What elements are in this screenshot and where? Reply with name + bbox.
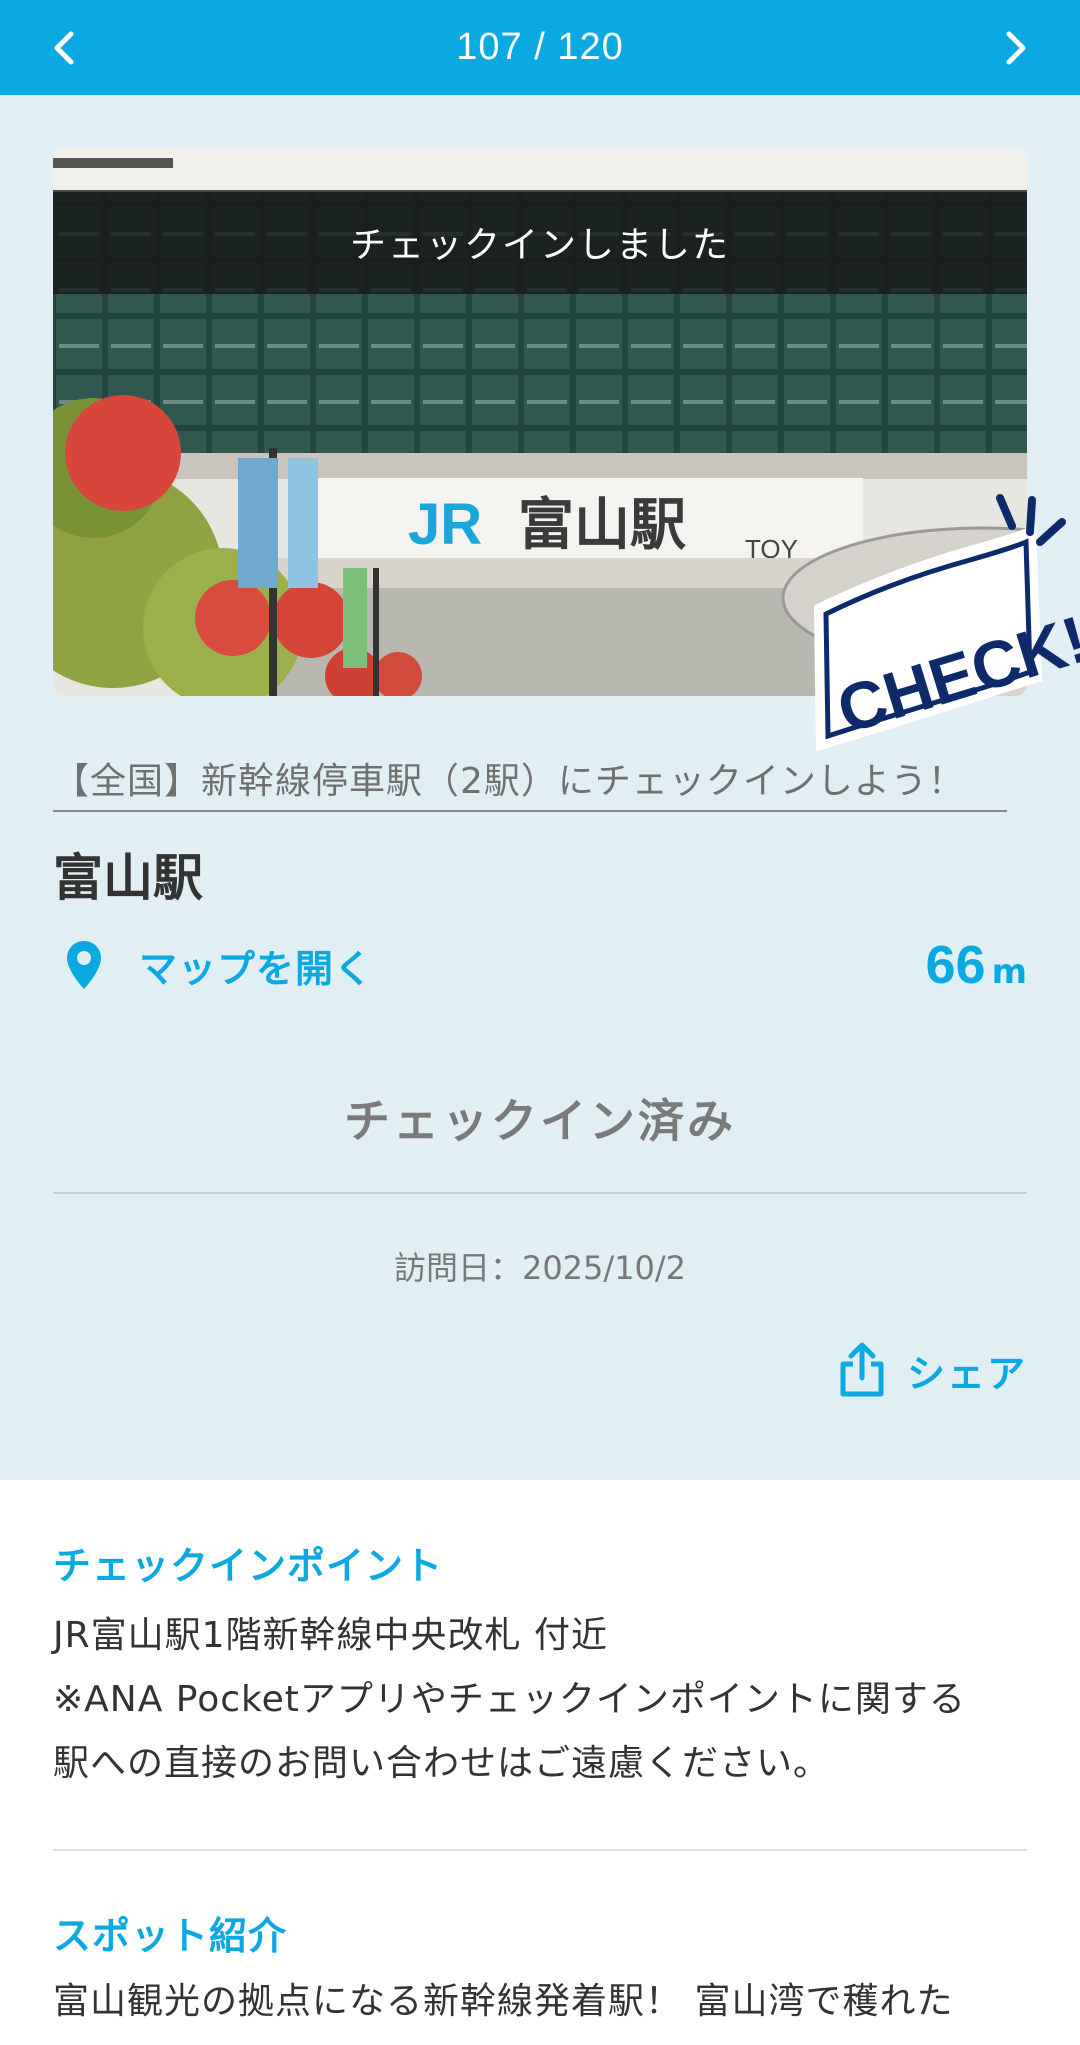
divider bbox=[53, 1849, 1027, 1851]
details-section: チェックインポイント JR富山駅1階新幹線中央改札 付近 ※ANA Pocket… bbox=[0, 1480, 1080, 2045]
campaign-link[interactable]: 【全国】新幹線停車駅（2駅）にチェックインしよう！ bbox=[53, 752, 1007, 812]
sign-jr-logo: JR bbox=[408, 492, 482, 557]
share-label: シェア bbox=[906, 1351, 1027, 1396]
map-pin-icon bbox=[53, 935, 115, 995]
spot-intro-text: 富山観光の拠点になる新幹線発着駅！ 富山湾で穫れた bbox=[53, 1981, 954, 2022]
checked-in-banner: チェックインしました bbox=[53, 190, 1027, 294]
prev-button[interactable] bbox=[40, 24, 88, 72]
open-map-link[interactable]: マップを開く bbox=[53, 935, 373, 995]
distance-unit: m bbox=[991, 952, 1027, 992]
checkin-point-text: JR富山駅1階新幹線中央改札 付近 ※ANA Pocketアプリやチェックインポ… bbox=[53, 1604, 1027, 1796]
open-map-label: マップを開く bbox=[139, 946, 374, 991]
next-button[interactable] bbox=[992, 24, 1040, 72]
check-stamp: CHECK! bbox=[800, 478, 1080, 768]
chevron-left-icon bbox=[54, 31, 74, 65]
share-button[interactable]: シェア bbox=[837, 1340, 1027, 1400]
divider bbox=[53, 1192, 1027, 1194]
checkin-point-line: ※ANA Pocketアプリやチェックインポイントに関する bbox=[53, 1679, 966, 1720]
checkin-point-line: JR富山駅1階新幹線中央改札 付近 bbox=[53, 1615, 608, 1656]
checkin-point-title: チェックインポイント bbox=[53, 1544, 444, 1588]
distance-value: 66 bbox=[925, 935, 986, 995]
spot-title: 富山駅 bbox=[53, 849, 203, 907]
share-icon bbox=[840, 1342, 884, 1397]
chevron-right-icon bbox=[1006, 31, 1026, 65]
check-stamp-icon: CHECK! bbox=[813, 494, 1080, 752]
distance: 66 m bbox=[925, 934, 1027, 996]
checkin-point-line: 駅への直接のお問い合わせはご遠慮ください。 bbox=[53, 1743, 831, 1784]
checkin-status: チェックイン済み bbox=[344, 1094, 736, 1148]
top-bar: 107 / 120 bbox=[0, 0, 1080, 95]
visit-date: 訪問日：2025/10/2 bbox=[393, 1249, 687, 1287]
map-row: マップを開く 66 m bbox=[53, 935, 1027, 995]
spot-intro-title: スポット紹介 bbox=[53, 1914, 288, 1958]
page-counter: 107 / 120 bbox=[456, 26, 624, 68]
sign-station-name: 富山駅 bbox=[518, 493, 686, 558]
